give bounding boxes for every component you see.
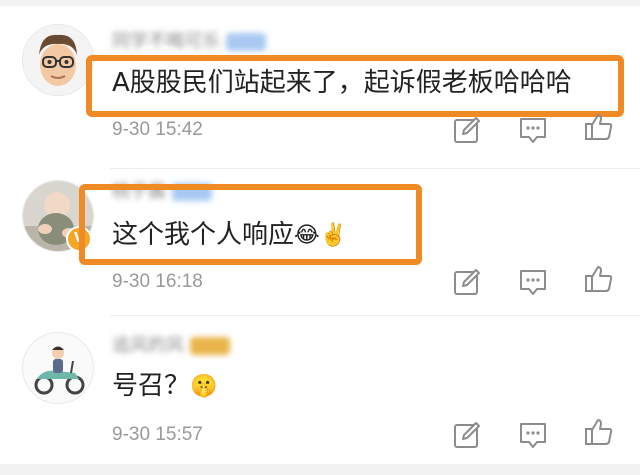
avatar-scooter[interactable] [22,332,94,404]
username[interactable]: 追风的风 [112,334,230,358]
edit-icon[interactable] [452,420,482,450]
top-divider-strip [0,0,640,6]
username-badge [190,337,230,355]
victory-hand-emoji-icon: ✌️ [319,222,348,248]
comment-time: 9-30 15:57 [112,424,203,445]
scooter-rider-avatar-icon [23,333,93,403]
comment-icon[interactable] [518,420,548,450]
laugh-cry-emoji-icon: 😂 [294,222,320,248]
comment-time: 9-30 16:18 [112,271,203,292]
comment-time: 9-30 15:42 [112,119,203,140]
comment-divider [110,315,640,316]
shushing-face-emoji-icon: 🤫 [190,373,218,399]
comment-text: 这个我个人响应😂✌️ [112,218,347,253]
username-badge [226,33,266,51]
username-text: 同学不喝可乐 [112,31,220,52]
comment-text: A股股民们站起来了，起诉假老板哈哈哈 [112,68,572,98]
comment-text: 号召？🤫 [112,369,217,404]
comment-icon[interactable] [518,115,548,145]
edit-icon[interactable] [452,115,482,145]
edit-icon[interactable] [452,267,482,297]
memoji-avatar-icon [23,25,93,95]
thumbs-up-icon[interactable] [584,112,614,142]
username[interactable]: 同学不喝可乐 [112,30,266,54]
comment-icon[interactable] [518,267,548,297]
bottom-divider-strip [0,464,640,475]
comment-divider [110,168,640,169]
avatar-memoji[interactable] [22,24,94,96]
thumbs-up-icon[interactable] [584,264,614,294]
thumbs-up-icon[interactable] [584,417,614,447]
username-text: 追风的风 [112,335,184,356]
